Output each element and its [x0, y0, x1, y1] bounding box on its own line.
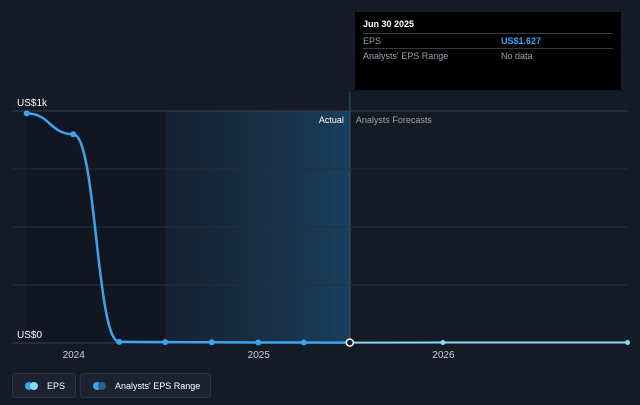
y-tick-label: US$1k — [17, 98, 48, 109]
tooltip-row-range: Analysts' EPS Range No data — [363, 48, 613, 63]
eps-point — [300, 339, 307, 346]
legend-eps-swatch-icon — [25, 381, 39, 390]
tooltip-range-label: Analysts' EPS Range — [363, 51, 449, 61]
chart-legend: EPS Analysts' EPS Range — [12, 373, 212, 398]
legend-range-swatch-icon — [93, 381, 107, 390]
eps-point — [162, 339, 169, 346]
eps-point — [255, 339, 262, 346]
tooltip-eps-label: EPS — [363, 36, 382, 46]
legend-item-eps[interactable]: EPS — [12, 373, 77, 398]
eps-forecast-point — [624, 339, 630, 345]
tooltip-range-value: No data — [501, 51, 533, 61]
eps-point — [208, 339, 215, 346]
x-tick-label: 2025 — [248, 350, 271, 361]
legend-range-label: Analysts' EPS Range — [115, 380, 201, 391]
eps-point — [23, 110, 30, 117]
tooltip-date: Jun 30 2025 — [363, 19, 415, 29]
y-tick-label: US$0 — [17, 330, 42, 341]
eps-point — [70, 131, 77, 138]
legend-item-eps-range[interactable]: Analysts' EPS Range — [80, 373, 212, 398]
chart-tooltip: Jun 30 2025 EPS US$1.627 Analysts' EPS R… — [355, 12, 621, 90]
eps-point — [345, 338, 355, 347]
forecast-region-label: Analysts Forecasts — [356, 115, 433, 125]
tooltip-eps-value: US$1.627 — [501, 36, 542, 46]
tooltip-row-eps: EPS US$1.627 — [363, 33, 613, 48]
legend-eps-label: EPS — [47, 380, 66, 391]
eps-forecast-point — [440, 340, 446, 346]
actual-region-label: Actual — [319, 115, 344, 125]
x-tick-label: 2026 — [432, 350, 455, 361]
x-tick-label: 2024 — [63, 350, 86, 361]
eps-point — [116, 338, 123, 345]
